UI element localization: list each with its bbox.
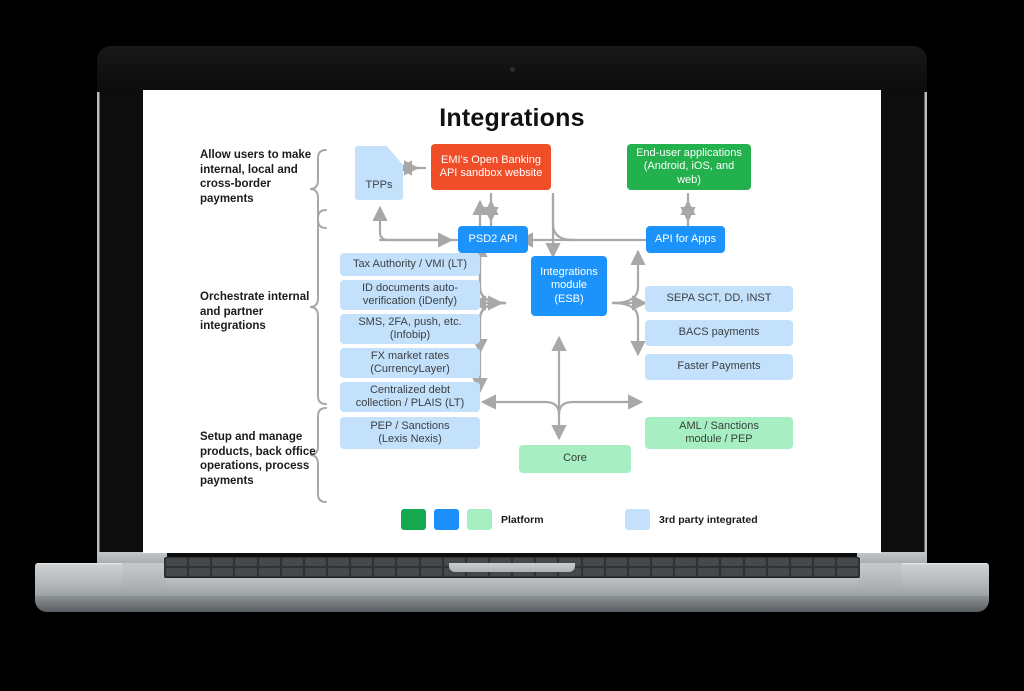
node-integrations-module[interactable]: Integrations module (ESB) xyxy=(531,256,607,316)
node-sms-2fa-line2: (Infobip) xyxy=(389,329,431,341)
legend-swatch-light-green xyxy=(467,509,492,530)
node-debt-collection[interactable]: Centralized debt collection / PLAIS (LT) xyxy=(340,382,480,412)
node-debt-collection-line1: Centralized debt xyxy=(369,383,451,396)
node-emi-sandbox-line1: EMI's Open Banking xyxy=(441,153,541,166)
node-end-user-apps-line2: (Android, iOS, and web) xyxy=(643,160,735,186)
node-fx-rates-line1: FX market rates xyxy=(370,349,450,362)
node-end-user-apps-line1: End-user applications xyxy=(636,146,742,159)
legend-swatch-blue xyxy=(434,509,459,530)
node-sms-2fa-line1: SMS, 2FA, push, etc. xyxy=(358,315,462,328)
laptop-screen: Integrations Allow users to make interna… xyxy=(143,90,881,553)
node-emi-sandbox-line2: API sandbox website xyxy=(439,167,543,179)
node-pep-sanctions[interactable]: PEP / Sanctions (Lexis Nexis) xyxy=(340,417,480,449)
node-end-user-apps[interactable]: End-user applications (Android, iOS, and… xyxy=(627,144,751,190)
trackpad-notch xyxy=(449,563,575,572)
node-emi-sandbox[interactable]: EMI's Open Banking API sandbox website xyxy=(431,144,551,190)
node-id-documents-line2: verification (iDenfy) xyxy=(362,295,458,307)
node-psd2-api[interactable]: PSD2 API xyxy=(458,226,528,253)
node-id-documents[interactable]: ID documents auto- verification (iDenfy) xyxy=(340,280,480,310)
node-sepa[interactable]: SEPA SCT, DD, INST xyxy=(645,286,793,312)
legend: Platform 3rd party integrated xyxy=(143,509,881,539)
node-aml-line1: AML / Sanctions xyxy=(679,419,759,432)
group-label-payments: Allow users to make internal, local and … xyxy=(200,149,312,205)
node-faster-payments[interactable]: Faster Payments xyxy=(645,354,793,380)
legend-swatch-green xyxy=(401,509,426,530)
node-tpps-label: TPPs xyxy=(365,179,393,191)
keyboard-deck-right xyxy=(858,563,902,589)
node-bacs[interactable]: BACS payments xyxy=(645,320,793,346)
laptop-base-front xyxy=(35,596,989,612)
node-tax-authority[interactable]: Tax Authority / VMI (LT) xyxy=(340,253,480,276)
node-fx-rates-line2: (CurrencyLayer) xyxy=(370,363,450,375)
webcam-icon xyxy=(509,67,515,72)
node-aml-module[interactable]: AML / Sanctions module / PEP xyxy=(645,417,793,449)
node-aml-line2: module / PEP xyxy=(685,433,753,445)
legend-label-platform: Platform xyxy=(501,514,544,526)
legend-label-third-party: 3rd party integrated xyxy=(659,514,758,526)
node-pep-sanctions-line1: PEP / Sanctions xyxy=(370,419,450,432)
node-esb-line1: Integrations xyxy=(540,265,598,278)
screenshot-root: Integrations Allow users to make interna… xyxy=(0,0,1024,691)
legend-swatch-light-blue xyxy=(625,509,650,530)
node-fx-rates[interactable]: FX market rates (CurrencyLayer) xyxy=(340,348,480,378)
group-label-orchestrate: Orchestrate internal and partner integra… xyxy=(200,291,310,332)
node-esb-line2: module xyxy=(550,279,588,292)
slide-canvas: Integrations Allow users to make interna… xyxy=(143,90,881,553)
node-id-documents-line1: ID documents auto- xyxy=(362,281,458,294)
node-esb-line3: (ESB) xyxy=(554,292,584,305)
node-sms-2fa[interactable]: SMS, 2FA, push, etc. (Infobip) xyxy=(340,314,480,344)
keyboard-deck-left xyxy=(122,563,166,589)
node-debt-collection-line2: collection / PLAIS (LT) xyxy=(355,397,465,409)
group-label-setup: Setup and manage products, back office o… xyxy=(200,431,316,487)
node-pep-sanctions-line2: (Lexis Nexis) xyxy=(378,433,442,445)
node-core[interactable]: Core xyxy=(519,445,631,473)
node-api-for-apps[interactable]: API for Apps xyxy=(646,226,725,253)
